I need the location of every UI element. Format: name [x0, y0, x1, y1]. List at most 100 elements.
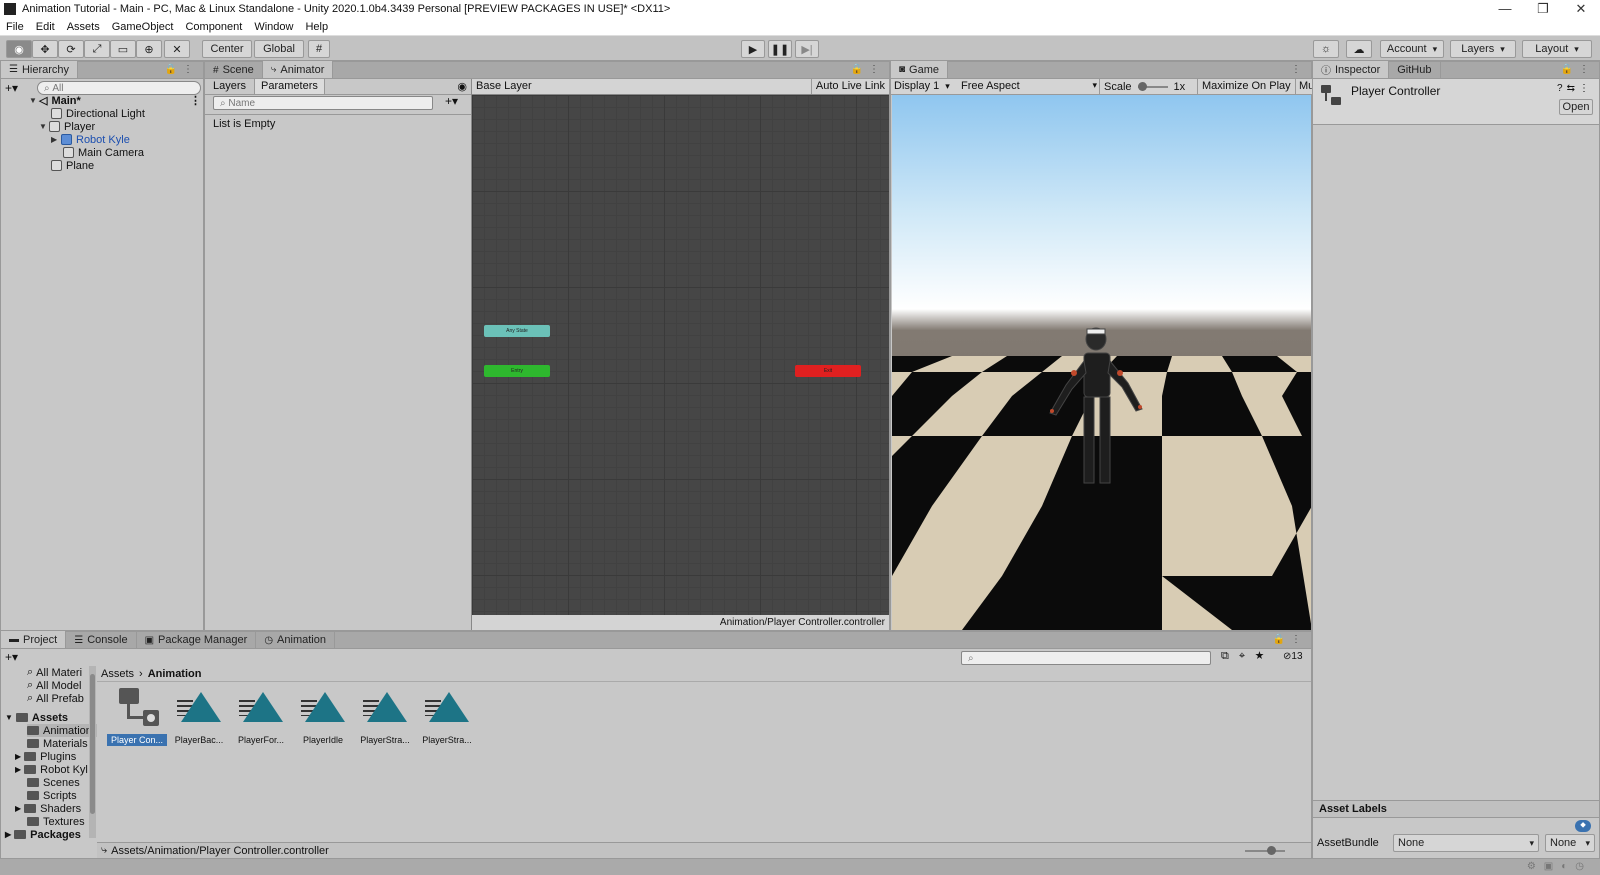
add-parameter-button[interactable]: +▾	[445, 94, 458, 108]
entry-node[interactable]: Entry	[484, 365, 550, 377]
icon-size-slider[interactable]	[1245, 846, 1285, 855]
tree-packages[interactable]: ▶ Packages	[5, 828, 81, 841]
menu-help[interactable]: Help	[299, 21, 334, 33]
asset-player-backward[interactable]: PlayerBac...	[169, 684, 229, 746]
asset-player-forward[interactable]: PlayerFor...	[231, 684, 291, 746]
open-button[interactable]: Open	[1559, 99, 1593, 115]
exit-node[interactable]: Exit	[795, 365, 861, 377]
scale-slider[interactable]: Scale 1x	[1099, 79, 1199, 94]
panel-menu-icon[interactable]: 🔒⋮	[1561, 64, 1595, 75]
tab-scene[interactable]: # Scene	[205, 62, 263, 78]
expand-arrow-icon[interactable]: ▶	[15, 804, 21, 813]
tab-package-manager[interactable]: ▣ Package Manager	[137, 632, 257, 648]
pause-button[interactable]: ❚❚	[768, 40, 792, 58]
any-state-node[interactable]: Any State	[484, 325, 550, 337]
panel-menu-icon[interactable]: 🔒⋮	[851, 64, 885, 75]
custom-tool-button[interactable]: ✕	[164, 40, 190, 58]
asset-player-controller[interactable]: Player Con...	[107, 684, 167, 746]
asset-player-strafe-1[interactable]: PlayerStra...	[355, 684, 415, 746]
view-tool-button[interactable]: ◉	[6, 40, 32, 58]
breadcrumb-base-layer[interactable]: Base Layer	[476, 80, 532, 92]
breadcrumb-assets[interactable]: Assets	[101, 668, 134, 680]
hierarchy-item-directional-light[interactable]: Directional Light	[51, 107, 145, 120]
game-view[interactable]	[892, 95, 1311, 630]
close-button[interactable]: ✕	[1562, 0, 1600, 18]
panel-menu-icon[interactable]: ⋮	[1291, 64, 1307, 75]
asset-bundle-variant-dropdown[interactable]: None	[1545, 834, 1595, 852]
aspect-dropdown[interactable]: Free Aspect	[961, 80, 1097, 92]
menu-assets[interactable]: Assets	[61, 21, 106, 33]
hidden-packages-count[interactable]: ⊘13	[1283, 651, 1303, 662]
project-search-input[interactable]: ⌕	[961, 651, 1211, 665]
expand-arrow-icon[interactable]: ▼	[5, 713, 13, 722]
pivot-global-button[interactable]: Global	[254, 40, 304, 58]
step-button[interactable]: ▶|	[795, 40, 819, 58]
hierarchy-item-main-camera[interactable]: Main Camera	[63, 146, 144, 159]
scale-tool-button[interactable]: ⤢	[84, 40, 110, 58]
layout-dropdown[interactable]: Layout	[1522, 40, 1592, 58]
eye-toggle-icon[interactable]: ◉	[453, 79, 471, 94]
favorite-all-models[interactable]: ⌕ All Model	[27, 679, 81, 692]
maximize-button[interactable]: ❐	[1524, 0, 1562, 18]
layers-dropdown[interactable]: Layers	[1450, 40, 1516, 58]
menu-edit[interactable]: Edit	[30, 21, 61, 33]
add-gameobject-button[interactable]: +▾	[5, 81, 18, 95]
play-button[interactable]: ▶	[741, 40, 765, 58]
asset-player-idle[interactable]: PlayerIdle	[293, 684, 353, 746]
grid-snap-button[interactable]: #	[308, 40, 330, 58]
expand-arrow-icon[interactable]: ▶	[15, 752, 21, 761]
breadcrumb-animation[interactable]: Animation	[148, 668, 202, 680]
tab-game[interactable]: ◙ Game	[891, 61, 949, 78]
scale-thumb[interactable]	[1137, 81, 1147, 91]
tab-hierarchy[interactable]: ☰ Hierarchy	[1, 61, 79, 78]
favorite-all-materials[interactable]: ⌕ All Materi	[27, 666, 82, 679]
mute-toggle[interactable]: Mute	[1295, 79, 1313, 94]
account-dropdown[interactable]: Account	[1380, 40, 1444, 58]
cloud-button[interactable]: ☁	[1346, 40, 1372, 58]
hierarchy-item-robot-kyle[interactable]: ▶ Robot Kyle	[51, 133, 130, 146]
help-settings-icons[interactable]: ?⇆⋮	[1557, 83, 1593, 94]
scene-menu-icon[interactable]: ⋮	[190, 94, 201, 107]
tree-animation[interactable]: Animation	[27, 724, 97, 737]
tree-materials[interactable]: Materials	[27, 737, 88, 750]
menu-file[interactable]: File	[0, 21, 30, 33]
tree-textures[interactable]: Textures	[27, 815, 85, 828]
animator-graph[interactable]: Any State Entry Exit	[472, 95, 889, 615]
tree-assets[interactable]: ▼ Assets	[5, 711, 68, 724]
expand-arrow-icon[interactable]: ▶	[15, 765, 21, 774]
tree-plugins[interactable]: ▶ Plugins	[15, 750, 76, 763]
panel-menu-icon[interactable]: 🔒⋮	[1273, 634, 1307, 645]
minimize-button[interactable]: —	[1486, 0, 1524, 18]
parameter-search-input[interactable]: ⌕ Name	[213, 96, 433, 110]
label-tag-icon[interactable]: ⬥	[1575, 820, 1591, 832]
transform-tool-button[interactable]: ⊕	[136, 40, 162, 58]
move-tool-button[interactable]: ✥	[32, 40, 58, 58]
rotate-tool-button[interactable]: ⟳	[58, 40, 84, 58]
tree-scenes[interactable]: Scenes	[27, 776, 80, 789]
tab-console[interactable]: ☰ Console	[66, 632, 137, 648]
expand-arrow-icon[interactable]: ▶	[51, 135, 61, 144]
display-dropdown[interactable]: Display 1	[894, 80, 958, 92]
tab-inspector[interactable]: ⓘ Inspector	[1313, 61, 1390, 78]
menu-component[interactable]: Component	[179, 21, 248, 33]
status-icons[interactable]: ⚙▣◐◷	[1527, 861, 1592, 872]
asset-player-strafe-2[interactable]: PlayerStra...	[417, 684, 477, 746]
hierarchy-item-player[interactable]: ▼ Player	[39, 120, 95, 133]
hierarchy-item-plane[interactable]: Plane	[51, 159, 94, 172]
tree-robot-kyle[interactable]: ▶ Robot Kyl	[15, 763, 88, 776]
collab-button[interactable]: ☼	[1313, 40, 1339, 58]
tab-animation[interactable]: ◷ Animation	[256, 632, 335, 648]
auto-live-link-button[interactable]: Auto Live Link	[810, 79, 889, 94]
panel-menu-icon[interactable]: 🔒⋮	[165, 64, 199, 75]
tab-github[interactable]: GitHub	[1389, 62, 1441, 78]
expand-arrow-icon[interactable]: ▶	[5, 830, 11, 839]
slider-thumb[interactable]	[1267, 846, 1276, 855]
tree-scrollbar[interactable]	[89, 666, 96, 838]
tree-scripts[interactable]: Scripts	[27, 789, 77, 802]
tree-shaders[interactable]: ▶ Shaders	[15, 802, 81, 815]
favorite-all-prefabs[interactable]: ⌕ All Prefab	[27, 692, 84, 705]
menu-gameobject[interactable]: GameObject	[106, 21, 180, 33]
tab-animator[interactable]: ⤷ Animator	[262, 61, 334, 78]
create-asset-button[interactable]: +▾	[5, 650, 18, 664]
pivot-center-button[interactable]: Center	[202, 40, 252, 58]
